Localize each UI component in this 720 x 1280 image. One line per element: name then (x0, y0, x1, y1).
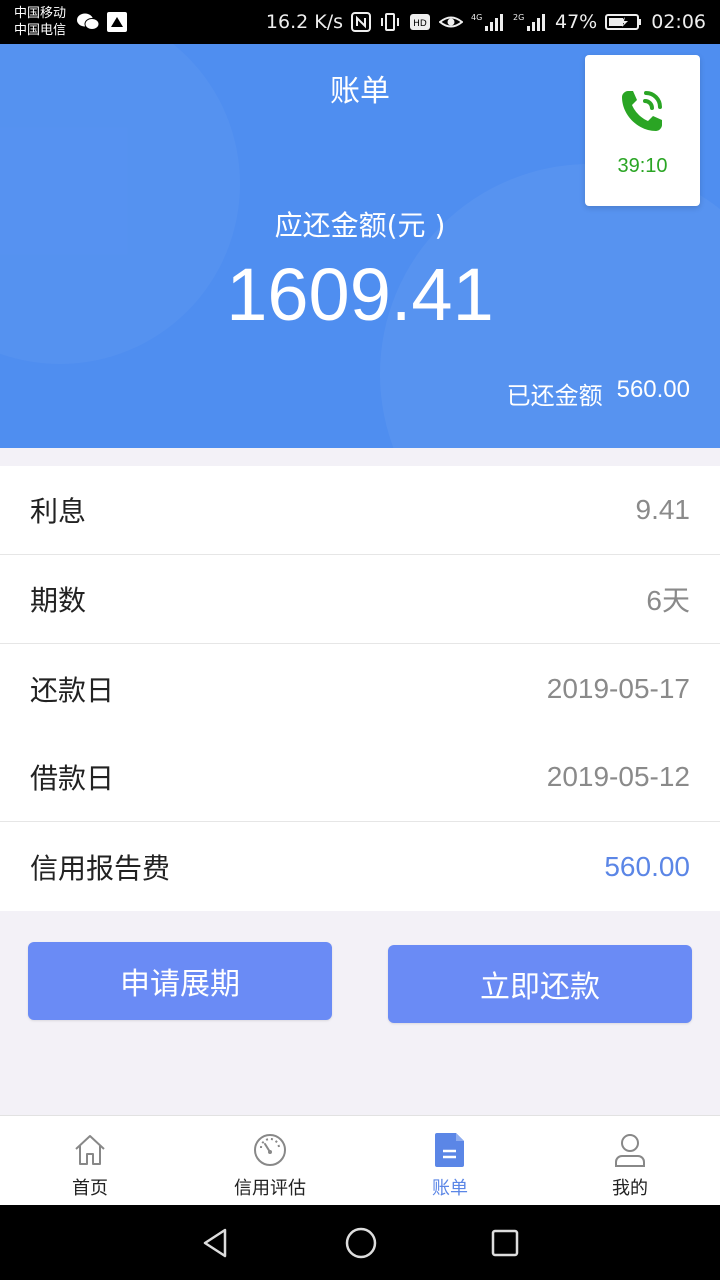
paid-amount: 已还金额 560.00 (507, 376, 690, 411)
svg-text:2G: 2G (513, 13, 524, 22)
detail-row-interest: 利息 9.41 (0, 466, 720, 555)
status-bar: 中国移动 中国电信 16.2 K/s HD 4G 2G 47% 02:06 (0, 0, 720, 44)
system-nav-bar (0, 1205, 720, 1280)
status-right: 16.2 K/s HD 4G 2G 47% 02:06 (266, 0, 706, 44)
tab-home[interactable]: 首页 (0, 1116, 180, 1205)
repay-now-button[interactable]: 立即还款 (388, 945, 692, 1023)
carrier-info: 中国移动 中国电信 (14, 5, 66, 39)
detail-label: 信用报告费 (30, 851, 171, 885)
detail-row-term: 期数 6天 (0, 555, 720, 644)
bottom-tab-bar: 首页 信用评估 账单 我的 (0, 1115, 720, 1205)
detail-label: 期数 (30, 584, 87, 617)
amount-due-value: 1609.41 (226, 253, 494, 336)
eye-icon (439, 16, 463, 28)
bill-icon (435, 1133, 464, 1167)
vibrate-icon (381, 13, 399, 31)
battery-icon (605, 14, 642, 30)
carrier-2: 中国电信 (14, 23, 67, 38)
gauge-icon (254, 1134, 286, 1166)
tab-label: 信用评估 (234, 1178, 306, 1199)
phone-call-icon (622, 91, 662, 131)
detail-row-loan-date: 借款日 2019-05-12 (0, 733, 720, 822)
detail-value: 560.00 (604, 850, 690, 882)
detail-label: 借款日 (30, 762, 115, 795)
battery-percent: 47% (555, 11, 598, 33)
detail-row-repayment-date: 还款日 2019-05-17 (0, 644, 720, 733)
recents-icon[interactable] (489, 1227, 521, 1259)
detail-row-credit-report-fee: 信用报告费 560.00 (0, 822, 720, 911)
wechat-icon (77, 13, 100, 30)
clock: 02:06 (651, 11, 706, 33)
carrier-1: 中国移动 (14, 6, 67, 21)
tab-credit-assessment[interactable]: 信用评估 (180, 1116, 360, 1205)
tab-bill[interactable]: 账单 (360, 1116, 540, 1205)
home-icon (75, 1135, 105, 1165)
tab-label: 账单 (432, 1178, 468, 1199)
detail-label: 还款日 (30, 673, 115, 707)
svg-text:4G: 4G (471, 13, 482, 22)
detail-value: 2019-05-12 (546, 761, 690, 792)
back-icon[interactable] (199, 1226, 233, 1260)
detail-value: 6天 (646, 585, 690, 616)
tab-mine[interactable]: 我的 (540, 1116, 720, 1205)
home-nav-icon[interactable] (343, 1225, 379, 1261)
user-icon (615, 1134, 645, 1167)
bill-details: 利息 9.41 期数 6天 还款日 2019-05-17 借款日 2019-05… (0, 466, 720, 911)
apply-extension-button[interactable]: 申请展期 (28, 942, 332, 1020)
detail-value: 9.41 (635, 494, 691, 525)
network-speed: 16.2 K/s (265, 11, 343, 33)
tab-label: 首页 (72, 1178, 108, 1199)
paid-amount-value: 560.00 (616, 376, 690, 403)
nfc-icon (351, 12, 371, 32)
notification-icons (76, 11, 128, 33)
signal-2g-icon: 2G (513, 13, 545, 31)
detail-value: 2019-05-17 (546, 672, 690, 704)
svg-text:HD: HD (413, 19, 427, 29)
app-notification-icon (107, 12, 127, 32)
call-duration: 39:10 (617, 155, 668, 177)
hd-icon: HD (410, 14, 430, 30)
paid-amount-label: 已还金额 (506, 382, 603, 410)
tab-label: 我的 (612, 1178, 648, 1199)
detail-label: 利息 (30, 495, 87, 528)
call-widget[interactable]: 39:10 (585, 55, 700, 206)
signal-4g-icon: 4G (471, 13, 503, 31)
amount-due-label: 应还金额(元 ) (274, 209, 446, 242)
